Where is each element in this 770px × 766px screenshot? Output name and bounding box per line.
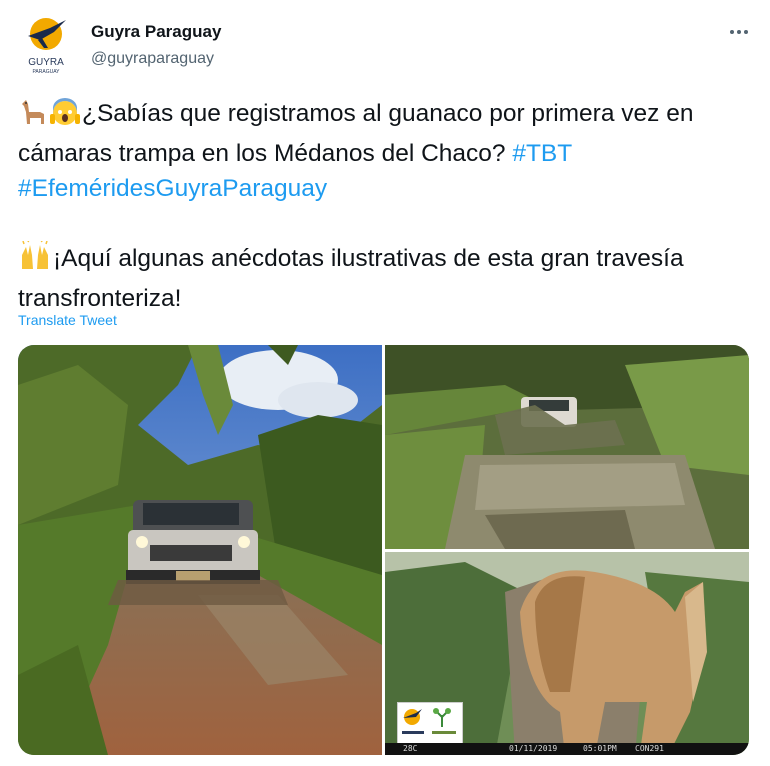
camera-id: CON291: [635, 744, 664, 753]
raising-hands-emoji-icon: [18, 239, 52, 281]
avatar-text-top: GUYRA: [28, 57, 64, 68]
avatar[interactable]: GUYRA PARAGUAY: [20, 14, 72, 76]
translate-tweet-link[interactable]: Translate Tweet: [18, 312, 117, 328]
author-name[interactable]: Guyra Paraguay: [91, 22, 221, 42]
more-dot-icon: [737, 30, 741, 34]
media-grid: 28C 01/11/2019 05:01PM CON291: [18, 345, 749, 755]
camera-date: 01/11/2019: [509, 744, 558, 753]
tweet-paragraph-2: ¡Aquí algunas anécdotas ilustrativas de …: [18, 239, 758, 316]
camera-temp: 28C: [403, 744, 418, 753]
screaming-face-emoji-icon: [49, 98, 81, 136]
author-handle[interactable]: @guyraparaguay: [91, 50, 214, 68]
hashtag-tbt-link[interactable]: #TBT: [512, 140, 572, 167]
avatar-text-bottom: PARAGUAY: [32, 69, 60, 75]
more-options-button[interactable]: [728, 24, 750, 40]
tweet-line1: ¿Sabías que registramos al guanaco por p…: [18, 100, 694, 167]
camera-time: 05:01PM: [583, 744, 617, 753]
photo-guanaco-camera-trap[interactable]: 28C 01/11/2019 05:01PM CON291: [385, 552, 749, 755]
photo-truck-water-crossing[interactable]: [385, 345, 749, 549]
camera-timestamp-bar: 28C 01/11/2019 05:01PM CON291: [385, 743, 749, 755]
partner-logos: [397, 702, 463, 744]
guyra-logo-icon: GUYRA PARAGUAY: [28, 18, 66, 75]
tweet-text: ¿Sabías que registramos al guanaco por p…: [18, 96, 758, 316]
llama-emoji-icon: [18, 98, 48, 136]
more-dot-icon: [744, 30, 748, 34]
hashtag-efemerides-link[interactable]: #EfeméridesGuyraParaguay: [18, 175, 327, 202]
tweet-paragraph-1: ¿Sabías que registramos al guanaco por p…: [18, 96, 758, 206]
more-dot-icon: [730, 30, 734, 34]
photo-truck-forest-road[interactable]: [18, 345, 382, 755]
tweet-line2: ¡Aquí algunas anécdotas ilustrativas de …: [18, 245, 684, 312]
